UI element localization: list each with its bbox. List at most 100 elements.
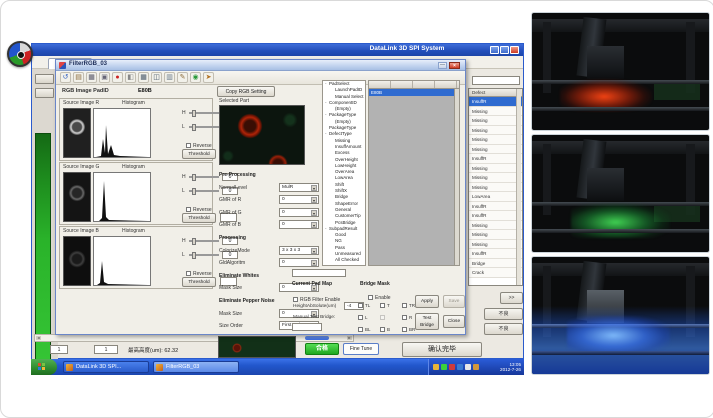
apply-button[interactable]: Apply	[415, 295, 439, 308]
h-slider[interactable]	[189, 176, 219, 178]
chevron-down-icon[interactable]	[311, 210, 317, 216]
grid-view-icon[interactable]: ▦	[138, 72, 149, 83]
layers-icon[interactable]: ▥	[164, 72, 175, 83]
table-row[interactable]: Missing	[469, 221, 522, 231]
h-slider[interactable]	[189, 112, 219, 114]
table-row[interactable]: Missing	[469, 107, 522, 117]
network-icon[interactable]	[457, 364, 463, 370]
pad-map-field[interactable]	[292, 269, 346, 277]
palette-icon[interactable]: ◉	[190, 72, 201, 83]
padid-tree[interactable]: -PadSelectLaunchPadIDManual Select-Compo…	[322, 80, 366, 266]
chevron-down-icon[interactable]	[311, 185, 317, 191]
reverse-checkbox[interactable]	[186, 207, 191, 212]
sidebar-button-1[interactable]	[35, 74, 54, 84]
camera-icon[interactable]: ▣	[99, 72, 110, 83]
save-icon[interactable]: ▦	[86, 72, 97, 83]
chevron-down-icon[interactable]	[311, 197, 317, 203]
table-row[interactable]: Missing	[469, 164, 522, 174]
result-count-field[interactable]	[472, 76, 520, 85]
param-dropdown[interactable]: 0	[279, 258, 319, 267]
column-header[interactable]	[391, 81, 413, 88]
table-row[interactable]: Missing	[469, 173, 522, 183]
rgb-filter-checkbox[interactable]	[293, 297, 298, 302]
l-slider[interactable]	[189, 190, 219, 192]
horizontal-scrollbar[interactable]: ◄ ►	[34, 334, 354, 342]
table-row[interactable]: InsuffR	[469, 211, 522, 221]
padid-table[interactable]: E80B	[368, 80, 460, 266]
board-ng-button[interactable]: 不良	[484, 323, 523, 335]
column-header[interactable]	[435, 81, 457, 88]
fine-tune-button[interactable]: Fine Tune	[343, 343, 379, 355]
chevron-down-icon[interactable]	[311, 260, 317, 266]
table-row[interactable]: Bridge	[469, 259, 522, 269]
sidebar-button-2[interactable]	[35, 88, 54, 98]
h-slider[interactable]	[189, 240, 219, 242]
table-row[interactable]: Missing	[469, 135, 522, 145]
l-slider[interactable]	[189, 254, 219, 256]
table-row[interactable]: InsuffR	[469, 154, 522, 164]
table-row[interactable]: Missing	[469, 230, 522, 240]
volume-icon[interactable]	[465, 364, 471, 370]
selected-pad-row[interactable]: E80B	[369, 89, 459, 96]
taskbar-app-datalink[interactable]: DataLink 3D SPI...	[63, 361, 149, 373]
scroll-left-arrow[interactable]: ◄	[36, 336, 41, 340]
table-row[interactable]: InsuffR	[469, 202, 522, 212]
scrollbar-thumb[interactable]	[305, 336, 329, 340]
window-titlebar[interactable]: DataLink 3D SPI System	[32, 44, 523, 56]
bridge-mask-cell[interactable]	[380, 311, 402, 323]
maximize-button[interactable]	[500, 46, 509, 54]
start-button[interactable]	[31, 359, 57, 375]
refresh-icon[interactable]: ↺	[60, 72, 71, 83]
column-header[interactable]	[369, 81, 391, 88]
minimize-button[interactable]	[490, 46, 499, 54]
defect-table-scrollbar[interactable]	[516, 89, 521, 285]
chevron-down-icon[interactable]	[311, 248, 317, 254]
select-region-icon[interactable]: ◧	[125, 72, 136, 83]
table-row[interactable]: InsuffR	[469, 97, 522, 107]
save-button[interactable]: Save	[443, 295, 465, 308]
param-dropdown[interactable]: 0	[279, 208, 319, 217]
table-row[interactable]: Missing	[469, 183, 522, 193]
param-dropdown[interactable]: 0	[279, 195, 319, 204]
mark-ng-button[interactable]: 不良	[484, 308, 523, 320]
chevron-down-icon[interactable]	[311, 222, 317, 228]
manual-test-bridge-input[interactable]	[292, 323, 322, 331]
help-icon[interactable]: ➤	[203, 72, 214, 83]
close-dialog-button[interactable]: Close	[443, 315, 465, 328]
dialog-titlebar[interactable]: FilterRGB_03 — ×	[56, 60, 465, 71]
compare-icon[interactable]: ◫	[151, 72, 162, 83]
tree-item[interactable]: All Checked	[323, 257, 365, 263]
table-row[interactable]: Missing	[469, 240, 522, 250]
message-icon[interactable]	[433, 364, 439, 370]
padid-table-scrollbar[interactable]	[454, 89, 459, 265]
table-row[interactable]: InsuffR	[469, 249, 522, 259]
defect-result-table[interactable]: Defect InsuffRMissingMissingMissingMissi…	[468, 88, 523, 286]
table-row[interactable]: LowArea	[469, 192, 522, 202]
table-row[interactable]: Missing	[469, 126, 522, 136]
param-dropdown[interactable]: 0	[279, 220, 319, 229]
close-button[interactable]	[510, 46, 519, 54]
dialog-minimize-button[interactable]: —	[438, 62, 447, 69]
taskbar-app-filterrgb[interactable]: FilterRGB_03	[153, 361, 239, 373]
pencil-icon[interactable]: ✎	[177, 72, 188, 83]
bridge-mask-cell[interactable]: L	[358, 311, 380, 323]
safety-icon[interactable]	[441, 364, 447, 370]
reverse-checkbox[interactable]	[186, 143, 191, 148]
threshold-button[interactable]: Threshold	[182, 149, 216, 159]
dialog-close-button[interactable]: ×	[449, 62, 460, 69]
status-value-2[interactable]: 1	[94, 345, 118, 354]
reverse-checkbox[interactable]	[186, 271, 191, 276]
status-value-1[interactable]: 1	[50, 345, 68, 354]
param-dropdown[interactable]: MulR	[279, 183, 319, 192]
open-folder-icon[interactable]: ▤	[73, 72, 84, 83]
scroll-right-arrow[interactable]: ►	[347, 336, 352, 340]
pass-button[interactable]: 合格	[305, 343, 339, 355]
test-bridge-button[interactable]: Test Bridge	[415, 313, 439, 330]
alert-icon[interactable]	[449, 364, 455, 370]
column-header[interactable]	[413, 81, 435, 88]
bridge-mask-cell[interactable]: T	[380, 299, 402, 311]
l-slider[interactable]	[189, 126, 219, 128]
table-row[interactable]: Missing	[469, 145, 522, 155]
bridge-mask-cell[interactable]: BL	[358, 323, 380, 335]
copy-rgb-setting-button[interactable]: Copy RGB Setting	[217, 86, 275, 97]
